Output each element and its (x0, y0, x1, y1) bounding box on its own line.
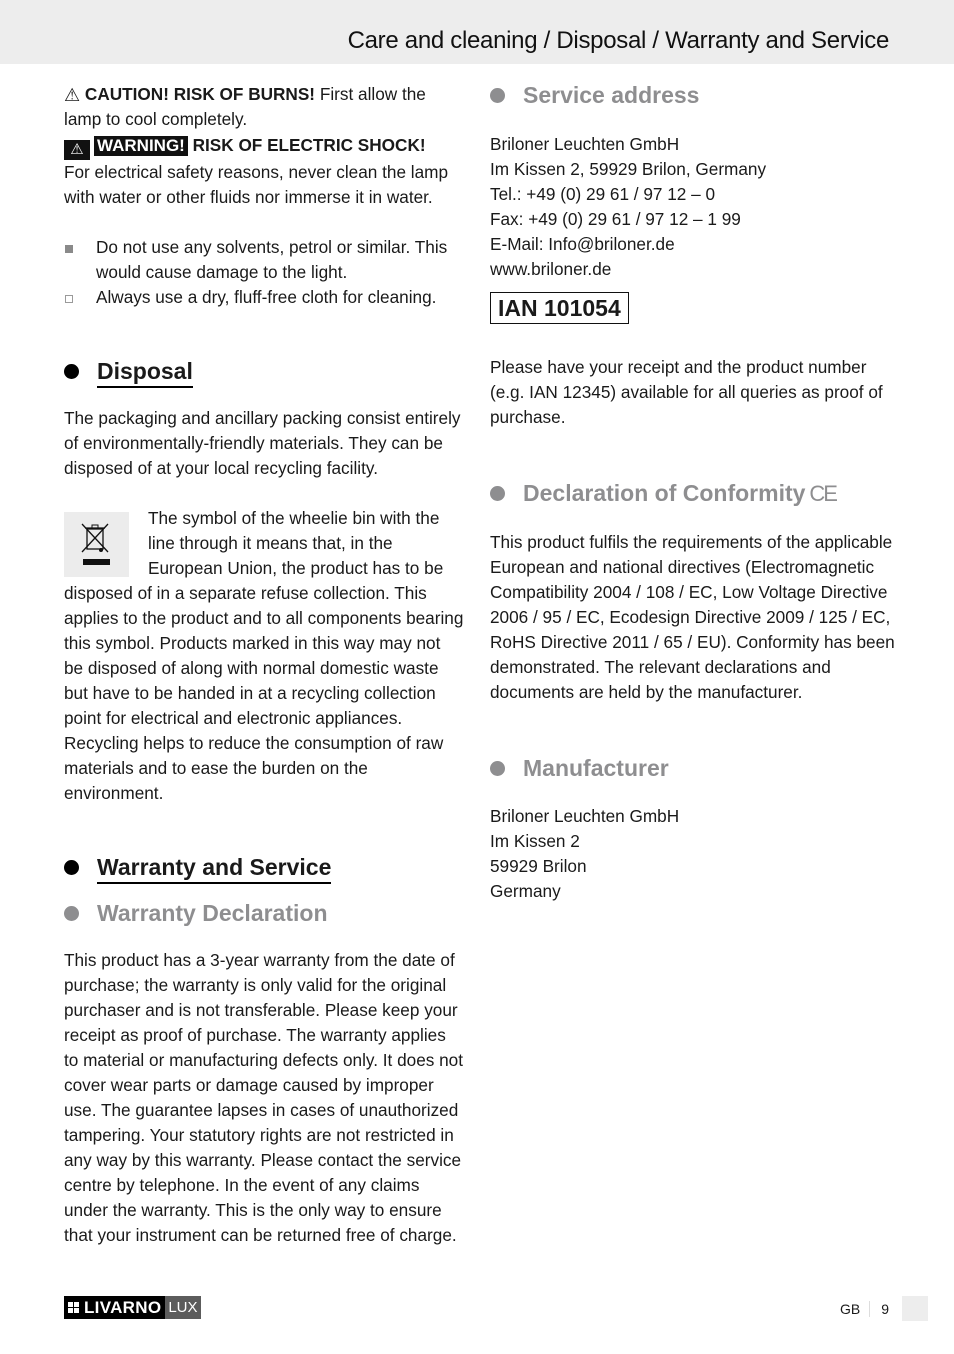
crossed-wheelie-bin-icon (64, 512, 129, 577)
manufacturer-company: Briloner Leuchten GmbH (490, 806, 680, 826)
receipt-note: Please have your receipt and the product… (490, 357, 883, 427)
service-company: Briloner Leuchten GmbH (490, 134, 680, 154)
warranty-heading: Warranty and Service (64, 852, 332, 884)
bullet-dot-icon (490, 761, 505, 776)
page-footer: GB 9 (840, 1296, 928, 1321)
language-code: GB (840, 1300, 871, 1317)
care-bullet-list: Do not use any solvents, petrol or simil… (64, 235, 464, 310)
warranty-declaration-text: This product has a 3-year warranty from … (64, 950, 464, 1245)
right-column: Service address Briloner Leuchten GmbH I… (490, 80, 895, 904)
page-header: Care and cleaning / Disposal / Warranty … (0, 0, 954, 64)
list-item: Always use a dry, fluff-free cloth for c… (64, 285, 464, 310)
logo-squares-icon (68, 1302, 79, 1313)
livarno-lux-logo: LIVARNO LUX (64, 1296, 201, 1319)
warning-label: RISK OF ELECTRIC SHOCK! (187, 135, 426, 155)
weee-block: The symbol of the wheelie bin with the l… (64, 506, 464, 806)
bullet-square-empty-icon (65, 295, 73, 303)
list-item: Do not use any solvents, petrol or simil… (64, 235, 464, 285)
warning-triangle-icon: ⚠ (64, 85, 81, 105)
warning-triangle-icon: ⚠ (64, 140, 90, 160)
bullet-square-filled-icon (65, 245, 73, 253)
service-email: E-Mail: Info@briloner.de (490, 234, 675, 254)
conformity-heading: Declaration of Conformity CE (490, 478, 895, 509)
page-number: 9 (881, 1300, 889, 1317)
warning-badge: WARNING! (94, 136, 188, 156)
manufacturer-street: Im Kissen 2 (490, 831, 580, 851)
logo-lux-text: LUX (165, 1296, 201, 1319)
page-tab-marker (902, 1296, 928, 1321)
warranty-declaration-heading: Warranty Declaration (64, 898, 464, 928)
conformity-text: This product fulfils the requirements of… (490, 532, 895, 702)
logo-main-text: LIVARNO (84, 1298, 162, 1317)
service-address: Briloner Leuchten GmbH Im Kissen 2, 5992… (490, 132, 895, 282)
bullet-dot-icon (490, 88, 505, 103)
manufacturer-heading: Manufacturer (490, 753, 895, 783)
page-title: Care and cleaning / Disposal / Warranty … (347, 27, 890, 54)
service-street: Im Kissen 2, 59929 Brilon, Germany (490, 159, 767, 179)
manufacturer-address: Briloner Leuchten GmbH Im Kissen 2 59929… (490, 804, 895, 904)
service-fax: Fax: +49 (0) 29 61 / 97 12 – 1 99 (490, 209, 741, 229)
disposal-packaging-text: The packaging and ancillary packing cons… (64, 408, 461, 478)
manufacturer-country: Germany (490, 881, 561, 901)
left-column: ⚠ CAUTION! RISK OF BURNS! First allow th… (64, 82, 464, 1248)
ce-mark-icon: CE (809, 481, 838, 506)
warning-notice: ⚠ WARNING! RISK OF ELECTRIC SHOCK! (64, 133, 464, 160)
bullet-dot-icon (64, 860, 79, 875)
bullet-dot-icon (64, 364, 79, 379)
warning-text: For electrical safety reasons, never cle… (64, 162, 449, 207)
service-website: www.briloner.de (490, 259, 612, 279)
caution-label: CAUTION! RISK OF BURNS! (84, 84, 316, 104)
ian-number-box: IAN 101054 (490, 292, 629, 324)
manufacturer-city: 59929 Brilon (490, 856, 587, 876)
bullet-dot-icon (64, 906, 79, 921)
disposal-heading: Disposal (64, 356, 193, 388)
caution-notice: ⚠ CAUTION! RISK OF BURNS! First allow th… (64, 82, 464, 132)
service-phone: Tel.: +49 (0) 29 61 / 97 12 – 0 (490, 184, 716, 204)
service-address-heading: Service address (490, 80, 895, 110)
bullet-dot-icon (490, 486, 505, 501)
